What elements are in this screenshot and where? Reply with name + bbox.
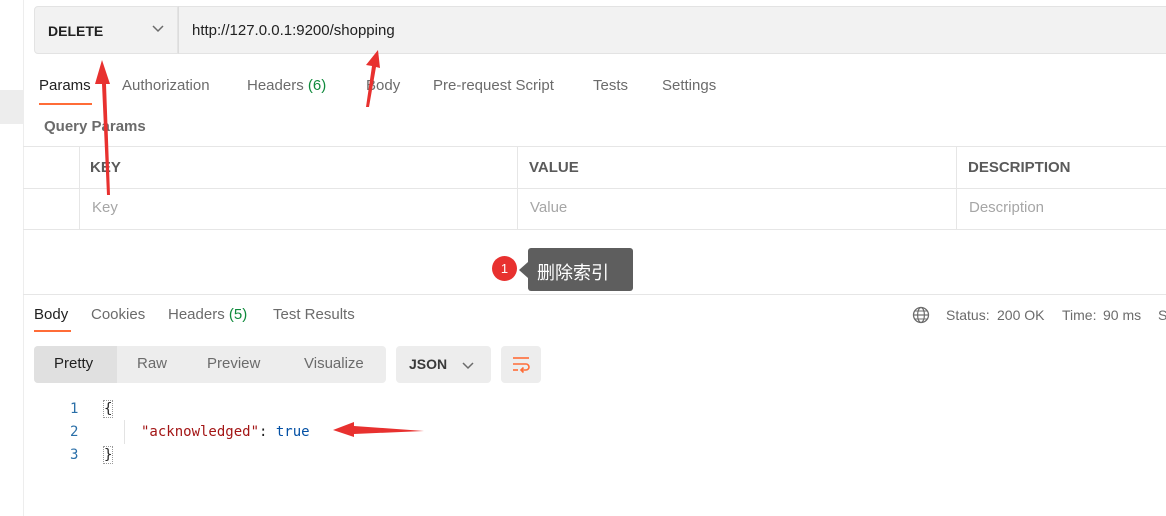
method-label: DELETE xyxy=(48,23,104,39)
globe-icon[interactable] xyxy=(912,306,930,324)
description-input[interactable]: Description xyxy=(969,199,1044,216)
size-label-clipped: S xyxy=(1158,307,1166,323)
tab-label: Authorization xyxy=(122,77,210,94)
left-sidebar xyxy=(0,0,24,516)
time-label: Time: xyxy=(1062,307,1097,323)
response-divider xyxy=(23,294,1166,295)
json-close-brace: } xyxy=(102,446,114,464)
tab-label: Cookies xyxy=(91,306,146,323)
view-mode-visualize[interactable]: Visualize xyxy=(304,355,364,372)
tab-pre-request-script[interactable]: Pre-request Script xyxy=(433,77,554,94)
tab-headers[interactable]: Headers (6) xyxy=(247,77,326,94)
annotation-arrow xyxy=(333,422,424,437)
tab-params[interactable]: Params xyxy=(39,77,91,94)
tab-body[interactable]: Body xyxy=(366,77,400,94)
annotation-badge: 1 xyxy=(492,256,517,281)
json-line: "acknowledged": true xyxy=(141,424,310,440)
response-tab-body[interactable]: Body xyxy=(34,306,68,323)
status-label: Status: xyxy=(946,307,990,323)
time-value[interactable]: 90 ms xyxy=(1103,307,1141,323)
column-header-description: DESCRIPTION xyxy=(968,159,1071,176)
table-col-divider xyxy=(956,146,957,230)
response-tab-headers[interactable]: Headers (5) xyxy=(168,306,247,323)
tab-label: Settings xyxy=(662,77,717,94)
view-mode-pretty[interactable]: Pretty xyxy=(54,355,93,372)
column-header-key: KEY xyxy=(90,159,121,176)
tab-label: Pre-request Script xyxy=(433,77,554,94)
value-input[interactable]: Value xyxy=(530,199,567,216)
tab-label: Headers xyxy=(247,77,304,94)
tab-authorization[interactable]: Authorization xyxy=(122,77,210,94)
wrap-lines-icon xyxy=(513,357,530,374)
table-col-divider xyxy=(517,146,518,230)
tab-tests[interactable]: Tests xyxy=(593,77,628,94)
line-number: 1 xyxy=(70,401,79,417)
response-tab-cookies[interactable]: Cookies xyxy=(91,306,145,323)
tab-label: Body xyxy=(366,77,401,94)
key-input[interactable]: Key xyxy=(92,199,118,216)
table-col-divider xyxy=(79,146,80,230)
active-tab-indicator xyxy=(39,103,92,105)
line-number: 2 xyxy=(70,424,79,440)
chevron-down-icon[interactable] xyxy=(460,357,476,373)
table-border-top xyxy=(23,146,1166,147)
sidebar-selected-item[interactable] xyxy=(0,90,23,124)
status-value[interactable]: 200 OK xyxy=(997,307,1044,323)
tab-label: Test Results xyxy=(273,306,355,323)
tab-settings[interactable]: Settings xyxy=(662,77,716,94)
view-mode-preview[interactable]: Preview xyxy=(207,355,260,372)
tab-count-badge: (6) xyxy=(307,77,327,94)
json-colon: : xyxy=(259,424,276,440)
tab-label: Body xyxy=(34,306,69,323)
annotation-tooltip-text: 删除索引 xyxy=(537,263,609,284)
column-header-value: VALUE xyxy=(529,159,579,176)
active-response-tab-indicator xyxy=(34,330,71,332)
line-number: 3 xyxy=(70,447,79,463)
url-text[interactable]: http://127.0.0.1:9200/shopping xyxy=(192,22,395,39)
tooltip-arrow xyxy=(519,262,528,278)
tab-label: Params xyxy=(39,77,91,94)
indent-guide xyxy=(124,420,125,444)
json-open-brace: { xyxy=(102,400,114,418)
format-label: JSON xyxy=(409,356,448,372)
tab-label: Headers xyxy=(168,306,225,323)
table-border-bottom xyxy=(23,229,1166,230)
json-value: true xyxy=(275,424,310,440)
view-mode-raw[interactable]: Raw xyxy=(137,355,167,372)
chevron-down-icon[interactable] xyxy=(150,20,166,36)
query-params-title: Query Params xyxy=(44,118,146,135)
tab-count-badge: (5) xyxy=(228,306,248,323)
tab-label: Tests xyxy=(593,77,629,94)
response-tab-test-results[interactable]: Test Results xyxy=(273,306,355,323)
table-border-mid xyxy=(23,188,1166,189)
json-key: "acknowledged" xyxy=(141,424,260,440)
